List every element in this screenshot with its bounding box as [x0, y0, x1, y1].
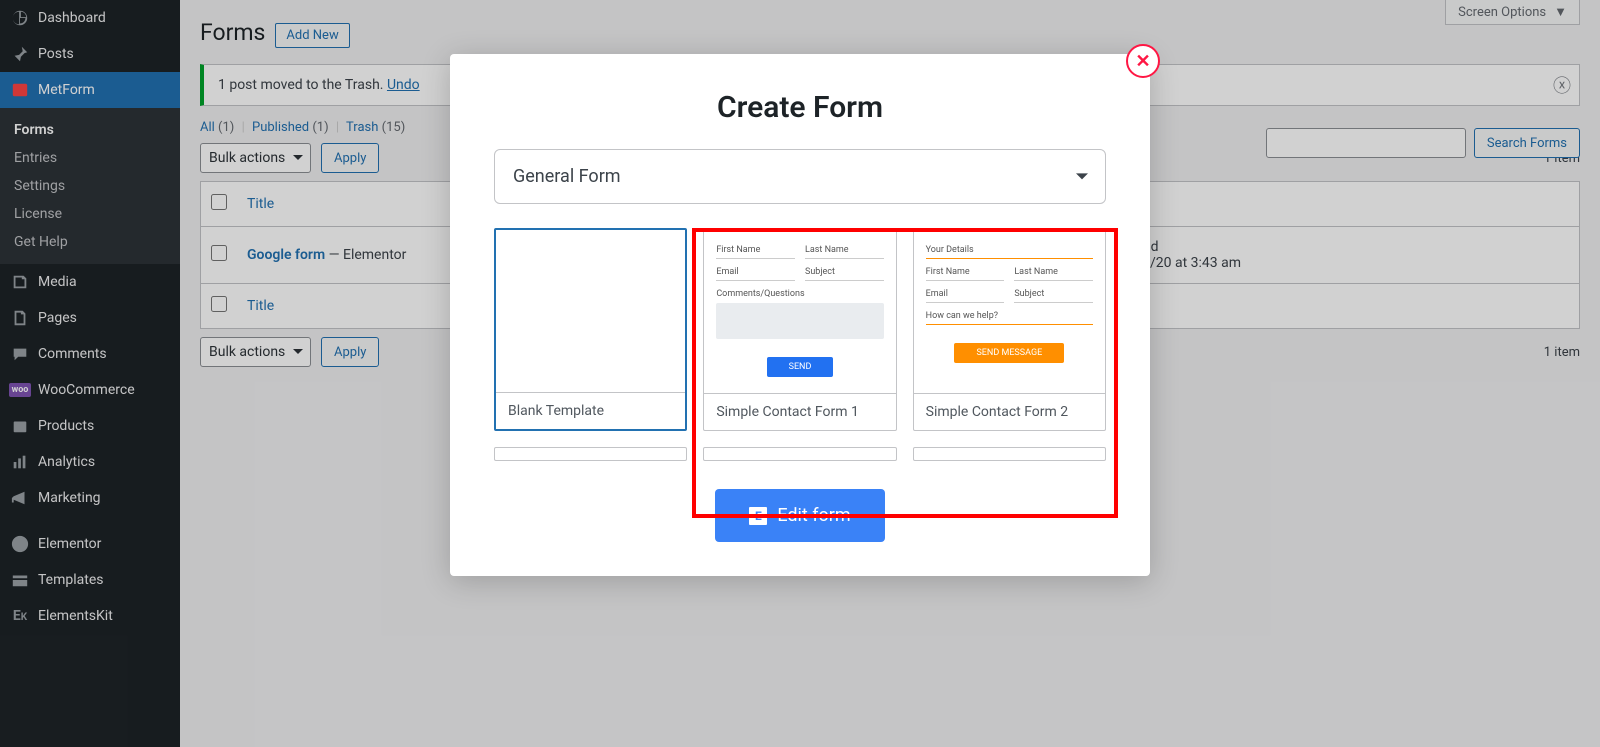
preview-label: Comments/Questions [716, 289, 883, 299]
preview-label: First Name [926, 267, 1005, 277]
create-form-modal: ✕ Create Form General Form Blank Templat… [450, 54, 1150, 576]
preview-label: Email [926, 289, 1005, 299]
template-blank[interactable]: Blank Template [494, 228, 687, 431]
template-stub[interactable] [494, 447, 687, 461]
preview-send-button: SEND [767, 357, 834, 377]
templates-grid: Blank Template First Name Last Name Email… [494, 228, 1106, 431]
edit-form-button[interactable]: E Edit form [715, 489, 884, 542]
template-stub[interactable] [703, 447, 896, 461]
preview-label: Subject [805, 267, 884, 277]
template-stub[interactable] [913, 447, 1106, 461]
template-preview: First Name Last Name Email Subject Comment… [704, 229, 895, 393]
modal-title: Create Form [450, 54, 1150, 149]
preview-label: Your Details [926, 245, 1093, 255]
preview-label: Email [716, 267, 795, 277]
edit-form-label: Edit form [777, 505, 850, 526]
template-preview: Your Details First Name Last Name Email Su… [914, 229, 1105, 393]
preview-label: Last Name [1014, 267, 1093, 277]
template-preview [496, 230, 685, 392]
template-caption: Simple Contact Form 1 [704, 393, 895, 430]
preview-label: Subject [1014, 289, 1093, 299]
templates-grid-row2 [494, 447, 1106, 461]
template-caption: Blank Template [496, 392, 685, 429]
form-type-select[interactable]: General Form [494, 149, 1106, 204]
close-icon: ✕ [1135, 51, 1150, 72]
preview-label: First Name [716, 245, 795, 255]
preview-label: How can we help? [926, 311, 1093, 321]
preview-label: Last Name [805, 245, 884, 255]
template-simple-contact-1[interactable]: First Name Last Name Email Subject Comment… [703, 228, 896, 431]
template-caption: Simple Contact Form 2 [914, 393, 1105, 430]
modal-close-button[interactable]: ✕ [1126, 44, 1160, 78]
elementor-icon: E [749, 507, 767, 525]
preview-send-button: SEND MESSAGE [954, 343, 1064, 363]
template-simple-contact-2[interactable]: Your Details First Name Last Name Email Su… [913, 228, 1106, 431]
